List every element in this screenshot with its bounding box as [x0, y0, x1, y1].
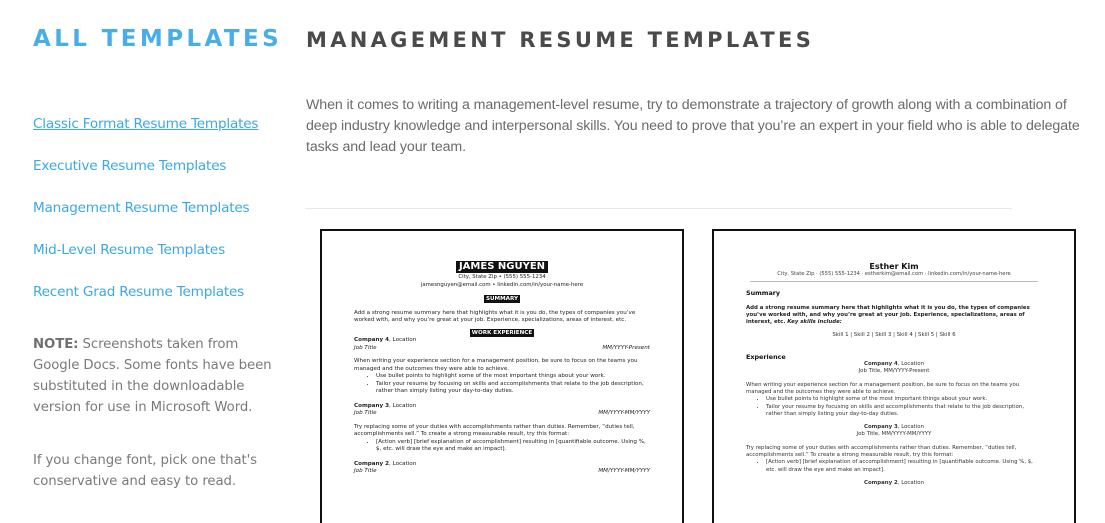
- resume-name: JAMES NGUYEN: [455, 261, 549, 273]
- job-company: Company 4: [354, 337, 390, 343]
- job-bullet: Use bullet points to highlight some of t…: [376, 373, 650, 381]
- job-location: , Location: [897, 479, 924, 486]
- job-bullet: Tailor your resume by focusing on skills…: [766, 404, 1042, 419]
- intro-paragraph: When it comes to writing a management-le…: [306, 97, 1080, 155]
- sidebar-link-executive[interactable]: Executive Resume Templates: [33, 158, 226, 174]
- job-location: , Location: [389, 402, 417, 409]
- job-dates: MM/YYYY-MM/YYYY: [598, 468, 650, 474]
- job-bullet: Use bullet points to highlight some of t…: [766, 396, 1042, 403]
- job-entry: Company 4, Location Job Title, MM/YYYY-P…: [746, 361, 1042, 418]
- job-location: , Location: [897, 361, 924, 368]
- job-entry: Company 4, Location Job Title MM/YYYY-Pre…: [354, 337, 650, 396]
- job-title: Job Title: [354, 410, 377, 416]
- resume-summary: Add a strong resume summary here that hi…: [746, 305, 1042, 327]
- sidebar-title: ALL TEMPLATES: [33, 26, 283, 52]
- job-entry: Company 2, Location: [746, 480, 1042, 487]
- sidebar-link-management[interactable]: Management Resume Templates: [33, 200, 250, 216]
- job-entry: Company 3, Location Job Title MM/YYYY-MM/…: [354, 403, 650, 454]
- job-dates: MM/YYYY-Present: [602, 344, 650, 351]
- font-tip: If you change font, pick one that's cons…: [33, 453, 257, 489]
- job-description: Try replacing some of your duties with a…: [746, 444, 1017, 459]
- job-title: Job Title: [354, 344, 377, 351]
- skills-list: Skill 1 | Skill 2 | Skill 3 | Skill 4 | …: [832, 332, 956, 339]
- job-entry: Company 2, Location Job Title MM/YYYY-MM/…: [354, 461, 650, 476]
- sidebar-link-recent-grad[interactable]: Recent Grad Resume Templates: [33, 284, 244, 300]
- job-entry: Company 3, Location Job Title, MM/YYYY-M…: [746, 424, 1042, 474]
- summary-heading: Summary: [746, 289, 781, 298]
- job-description: Try replacing some of your duties with a…: [354, 423, 635, 438]
- sidebar-link-mid-level[interactable]: Mid-Level Resume Templates: [33, 242, 225, 258]
- summary-heading: SUMMARY: [483, 295, 521, 303]
- job-title: Job Title: [354, 468, 377, 474]
- page-title: MANAGEMENT RESUME TEMPLATES: [306, 28, 815, 52]
- sidebar-link-classic-format[interactable]: Classic Format Resume Templates: [33, 116, 258, 132]
- job-company: Company 2: [354, 460, 390, 467]
- job-location: , Location: [389, 337, 417, 343]
- resume-contact-line1: City, State Zip • (555) 555-1234: [458, 274, 546, 280]
- job-description: When writing your experience section for…: [746, 381, 1020, 395]
- note-label: NOTE:: [33, 337, 79, 352]
- screenshot-note: NOTE: Screenshots taken from Google Docs…: [33, 334, 283, 418]
- experience-heading: WORK EXPERIENCE: [469, 328, 535, 337]
- resume-name: Esther Kim: [869, 262, 919, 271]
- job-company: Company 3: [864, 424, 898, 431]
- job-description: When writing your experience section for…: [354, 358, 638, 372]
- template-preview-esther-kim[interactable]: Esther Kim City, State Zip · (555) 555-1…: [712, 229, 1076, 523]
- summary-key-skills-label: Key skills include:: [787, 319, 842, 326]
- resume-contact: City, State Zip · (555) 555-1234 · esthe…: [750, 270, 1038, 283]
- divider: [305, 208, 1012, 209]
- job-bullet: Tailor your resume by focusing on skills…: [376, 381, 650, 396]
- job-title-dates: Job Title, MM/YYYY-Present: [858, 368, 930, 375]
- job-title-dates: Job Title, MM/YYYY-MM/YYYY: [856, 431, 932, 438]
- job-bullet: [Action verb] [brief explanation of acco…: [766, 459, 1042, 474]
- job-location: , Location: [897, 424, 924, 431]
- job-location: , Location: [389, 460, 417, 467]
- job-dates: MM/YYYY-MM/YYYY: [598, 410, 650, 416]
- job-bullet: [Action verb] [brief explanation of acco…: [376, 439, 650, 454]
- job-company: Company 4: [864, 361, 898, 368]
- resume-summary: Add a strong resume summary here that hi…: [354, 309, 636, 324]
- template-preview-james-nguyen[interactable]: JAMES NGUYEN City, State Zip • (555) 555…: [320, 229, 684, 523]
- resume-contact-line2: jamesnguyen@email.com • linkedin.com/in/…: [420, 282, 584, 288]
- job-company: Company 3: [354, 402, 390, 409]
- experience-heading: Experience: [746, 352, 786, 361]
- job-company: Company 2: [864, 479, 898, 486]
